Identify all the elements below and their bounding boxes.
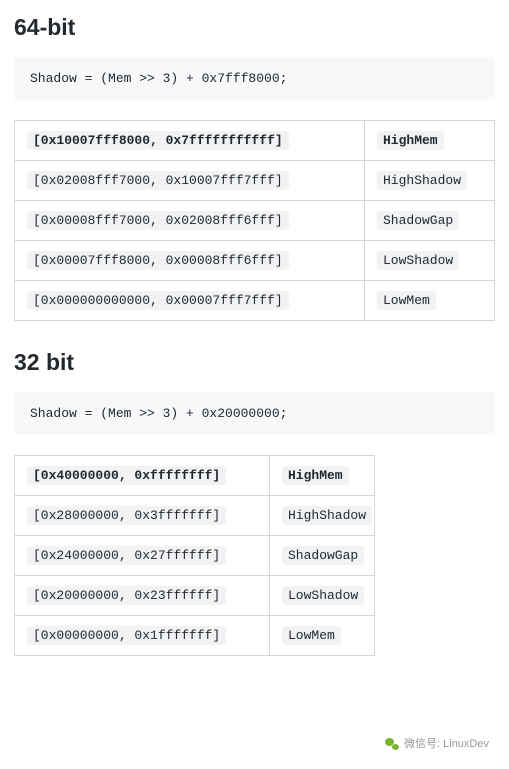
name-cell: LowShadow — [365, 241, 495, 281]
table-row: [0x10007fff8000, 0x7fffffffffff] HighMem — [15, 121, 495, 161]
range-chip: [0x24000000, 0x27ffffff] — [27, 546, 226, 565]
table-row: [0x00007fff8000, 0x00008fff6fff] LowShad… — [15, 241, 495, 281]
range-cell: [0x000000000000, 0x00007fff7fff] — [15, 281, 365, 321]
footer-label: 微信号: LinuxDev — [404, 738, 489, 750]
table-64bit: [0x10007fff8000, 0x7fffffffffff] HighMem… — [14, 120, 495, 321]
table-row: [0x00008fff7000, 0x02008fff6fff] ShadowG… — [15, 201, 495, 241]
table-row: [0x28000000, 0x3fffffff] HighShadow — [15, 496, 375, 536]
range-chip: [0x000000000000, 0x00007fff7fff] — [27, 291, 289, 310]
range-cell: [0x10007fff8000, 0x7fffffffffff] — [15, 121, 365, 161]
name-cell: LowMem — [365, 281, 495, 321]
name-cell: ShadowGap — [365, 201, 495, 241]
range-chip: [0x28000000, 0x3fffffff] — [27, 506, 226, 525]
range-cell: [0x00007fff8000, 0x00008fff6fff] — [15, 241, 365, 281]
name-cell: HighShadow — [270, 496, 375, 536]
name-chip: LowMem — [282, 626, 341, 645]
heading-32bit: 32 bit — [14, 349, 495, 376]
name-cell: ShadowGap — [270, 536, 375, 576]
name-chip: HighShadow — [377, 171, 467, 190]
table-row: [0x000000000000, 0x00007fff7fff] LowMem — [15, 281, 495, 321]
name-chip: LowShadow — [377, 251, 459, 270]
range-cell: [0x00000000, 0x1fffffff] — [15, 616, 270, 656]
code-32bit: Shadow = (Mem >> 3) + 0x20000000; — [14, 392, 495, 435]
table-row: [0x20000000, 0x23ffffff] LowShadow — [15, 576, 375, 616]
footer-credit: 微信号: LinuxDev — [385, 735, 489, 751]
name-chip: HighMem — [377, 131, 444, 150]
table-32bit: [0x40000000, 0xffffffff] HighMem [0x2800… — [14, 455, 375, 656]
range-chip: [0x00007fff8000, 0x00008fff6fff] — [27, 251, 289, 270]
name-chip: LowMem — [377, 291, 436, 310]
name-cell: HighMem — [270, 456, 375, 496]
table-row: [0x00000000, 0x1fffffff] LowMem — [15, 616, 375, 656]
table-row: [0x24000000, 0x27ffffff] ShadowGap — [15, 536, 375, 576]
range-chip: [0x02008fff7000, 0x10007fff7fff] — [27, 171, 289, 190]
range-cell: [0x28000000, 0x3fffffff] — [15, 496, 270, 536]
range-cell: [0x20000000, 0x23ffffff] — [15, 576, 270, 616]
name-chip: HighMem — [282, 466, 349, 485]
name-cell: HighShadow — [365, 161, 495, 201]
name-chip: HighShadow — [282, 506, 372, 525]
range-chip: [0x10007fff8000, 0x7fffffffffff] — [27, 131, 289, 150]
table-row: [0x40000000, 0xffffffff] HighMem — [15, 456, 375, 496]
range-cell: [0x24000000, 0x27ffffff] — [15, 536, 270, 576]
table-row: [0x02008fff7000, 0x10007fff7fff] HighSha… — [15, 161, 495, 201]
code-64bit: Shadow = (Mem >> 3) + 0x7fff8000; — [14, 57, 495, 100]
range-cell: [0x40000000, 0xffffffff] — [15, 456, 270, 496]
name-cell: LowMem — [270, 616, 375, 656]
range-cell: [0x00008fff7000, 0x02008fff6fff] — [15, 201, 365, 241]
name-chip: ShadowGap — [377, 211, 459, 230]
range-chip: [0x40000000, 0xffffffff] — [27, 466, 226, 485]
range-chip: [0x00000000, 0x1fffffff] — [27, 626, 226, 645]
page: { "section64": { "heading": "64-bit", "c… — [14, 14, 495, 755]
range-cell: [0x02008fff7000, 0x10007fff7fff] — [15, 161, 365, 201]
name-chip: LowShadow — [282, 586, 364, 605]
range-chip: [0x20000000, 0x23ffffff] — [27, 586, 226, 605]
name-chip: ShadowGap — [282, 546, 364, 565]
wechat-icon — [385, 738, 399, 750]
range-chip: [0x00008fff7000, 0x02008fff6fff] — [27, 211, 289, 230]
name-cell: HighMem — [365, 121, 495, 161]
name-cell: LowShadow — [270, 576, 375, 616]
heading-64bit: 64-bit — [14, 14, 495, 41]
